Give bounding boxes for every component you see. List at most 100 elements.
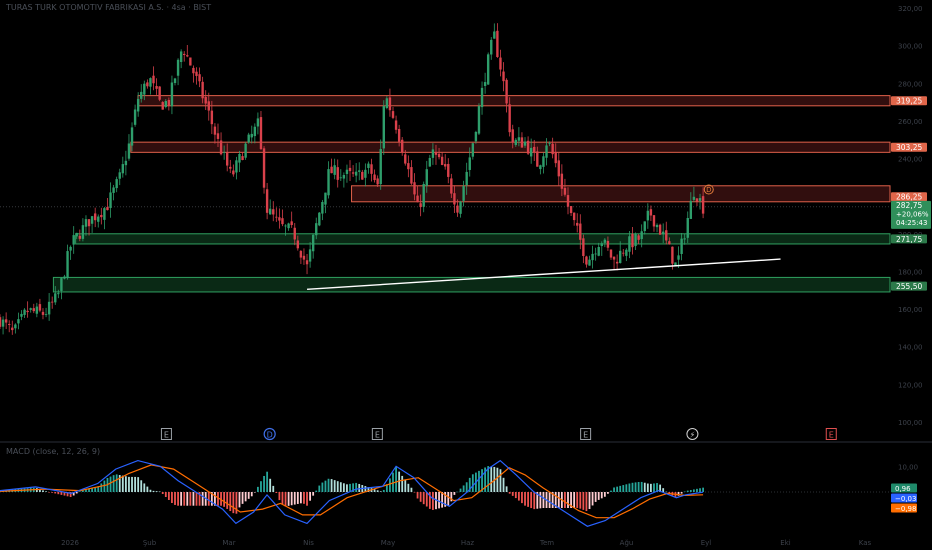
candle-body [529, 147, 533, 157]
macd-histogram-bar [616, 486, 619, 492]
candle-body [437, 153, 441, 158]
candle-body [511, 129, 514, 143]
macd-histogram-bar [422, 492, 425, 505]
event-marker-label: E [375, 431, 380, 440]
price-and-macd-chart[interactable]: 320,00300,00280,00260,00240,00220,00200,… [0, 0, 932, 550]
y-axis-tick-label: 100,00 [898, 419, 923, 427]
candle-body [612, 256, 616, 260]
macd-histogram-bar [250, 492, 253, 497]
price-axis-label-text: 303,25 [896, 143, 922, 152]
macd-histogram-bar [389, 478, 391, 492]
macd-histogram-value: 0,96 [891, 483, 917, 493]
macd-histogram-bar [699, 488, 701, 492]
candle-body [615, 261, 619, 264]
macd-histogram-bar [662, 488, 665, 492]
candle-body [278, 217, 281, 221]
candle-body [379, 149, 382, 185]
candle-body [268, 208, 272, 215]
candle-body [195, 71, 198, 76]
macd-histogram-bar [447, 492, 450, 507]
candle-body [272, 209, 275, 215]
candle-body [490, 39, 493, 55]
macd-histogram-bar [336, 481, 339, 492]
candle-body [143, 83, 146, 95]
macd-histogram-bar [410, 487, 413, 492]
macd-histogram-bar [223, 492, 226, 507]
x-axis-tick-label: 2026 [61, 539, 79, 547]
macd-histogram-bar [456, 491, 459, 493]
candle-body [167, 99, 171, 106]
candle-body [643, 221, 646, 232]
candle-body [192, 67, 195, 74]
candle-body [658, 224, 662, 235]
candle-body [422, 183, 425, 207]
candle-body [554, 151, 557, 164]
candle-body [17, 319, 20, 324]
candle-body [0, 317, 2, 327]
macd-indicator-title[interactable]: MACD (close, 12, 26, 9) [6, 447, 100, 456]
candle-body [631, 233, 634, 248]
macd-histogram-bar [137, 477, 140, 492]
x-axis-tick-label: Haz [461, 539, 475, 547]
candle-body [560, 173, 564, 189]
macd-histogram-bar [57, 492, 60, 495]
macd-histogram-value-text: 0,96 [895, 485, 911, 493]
candle-body [100, 214, 103, 218]
candle-body [600, 243, 603, 247]
macd-histogram-bar [330, 479, 333, 492]
macd-histogram-bar [358, 483, 361, 492]
macd-histogram-bar [112, 475, 115, 492]
candle-body [247, 134, 250, 143]
macd-histogram-bar [257, 486, 259, 492]
event-marker-label: E [583, 431, 588, 440]
macd-histogram-bar [306, 492, 308, 506]
candle-body [93, 213, 97, 221]
macd-histogram-bar [146, 486, 149, 492]
macd-histogram-bar [51, 492, 54, 493]
candle-body [434, 152, 438, 155]
candle-body [103, 208, 106, 220]
macd-histogram-bar [115, 474, 118, 492]
price-axis-label: 319,25 [891, 96, 927, 106]
candle-body [284, 225, 287, 227]
y-axis-tick-label: 260,00 [898, 118, 923, 126]
macd-histogram-bar [453, 492, 456, 495]
candle-body [57, 293, 60, 295]
macd-histogram-bar [419, 492, 422, 502]
candle-body [321, 202, 324, 214]
x-axis-tick-label: Tem [539, 539, 554, 547]
candle-body [90, 216, 94, 224]
candle-body [677, 255, 680, 260]
macd-histogram-bar [490, 466, 493, 492]
candle-body [483, 82, 487, 86]
macd-histogram-bar [293, 492, 296, 505]
candle-body [358, 170, 361, 172]
macd-histogram-bar [171, 492, 173, 503]
support-zone [52, 276, 891, 293]
candle-body [308, 249, 312, 262]
candle-body [539, 165, 542, 170]
candle-body [646, 210, 650, 221]
macd-histogram-bar [382, 489, 385, 492]
candle-body [361, 171, 364, 180]
macd-histogram-bar [128, 476, 130, 492]
candle-body [480, 87, 484, 108]
macd-histogram-bar [579, 492, 582, 509]
bar-countdown: 04:25:43 [896, 219, 927, 227]
candle-body [342, 175, 346, 179]
candle-body [419, 203, 422, 208]
macd-histogram-bar [131, 476, 133, 492]
candle-body [652, 215, 656, 227]
event-marker-label: ⚡ [690, 431, 696, 440]
candle-body [109, 192, 112, 208]
macd-histogram-bar [533, 492, 536, 510]
candle-body [44, 314, 48, 315]
candle-body [336, 167, 339, 180]
macd-histogram-bar [238, 492, 241, 508]
candle-body [410, 167, 413, 184]
macd-histogram-bar [45, 491, 47, 492]
candle-body [87, 219, 91, 227]
y-axis-tick-label: 140,00 [898, 344, 923, 352]
candle-body [38, 304, 42, 311]
current-price-block: 282,75+20,06%04:25:43 [891, 200, 931, 229]
